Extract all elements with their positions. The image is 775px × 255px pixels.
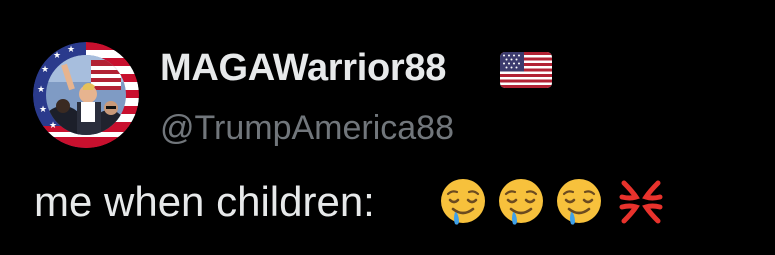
svg-text:★: ★ — [49, 121, 57, 131]
anger-symbol-icon — [616, 177, 666, 227]
avatar[interactable]: ★ ★ ★ ★ ★ ★ — [33, 42, 139, 148]
svg-text:★: ★ — [67, 45, 75, 55]
svg-text:★: ★ — [41, 65, 49, 75]
drooling-face-icon — [496, 177, 546, 227]
svg-text:★: ★ — [53, 51, 61, 61]
us-flag-icon — [500, 52, 552, 88]
svg-text:★: ★ — [39, 105, 47, 115]
author-display-name[interactable]: MAGAWarrior88 — [160, 44, 446, 92]
avatar-image: ★ ★ ★ ★ ★ ★ — [33, 42, 139, 148]
post: ★ ★ ★ ★ ★ ★ MAGAWarrior88 @TrumpAmerica8… — [0, 0, 775, 255]
drooling-face-icon — [554, 177, 604, 227]
author-handle[interactable]: @TrumpAmerica88 — [160, 106, 454, 150]
svg-text:★: ★ — [37, 85, 45, 95]
post-text: me when children: — [34, 178, 375, 225]
drooling-face-icon — [438, 177, 488, 227]
